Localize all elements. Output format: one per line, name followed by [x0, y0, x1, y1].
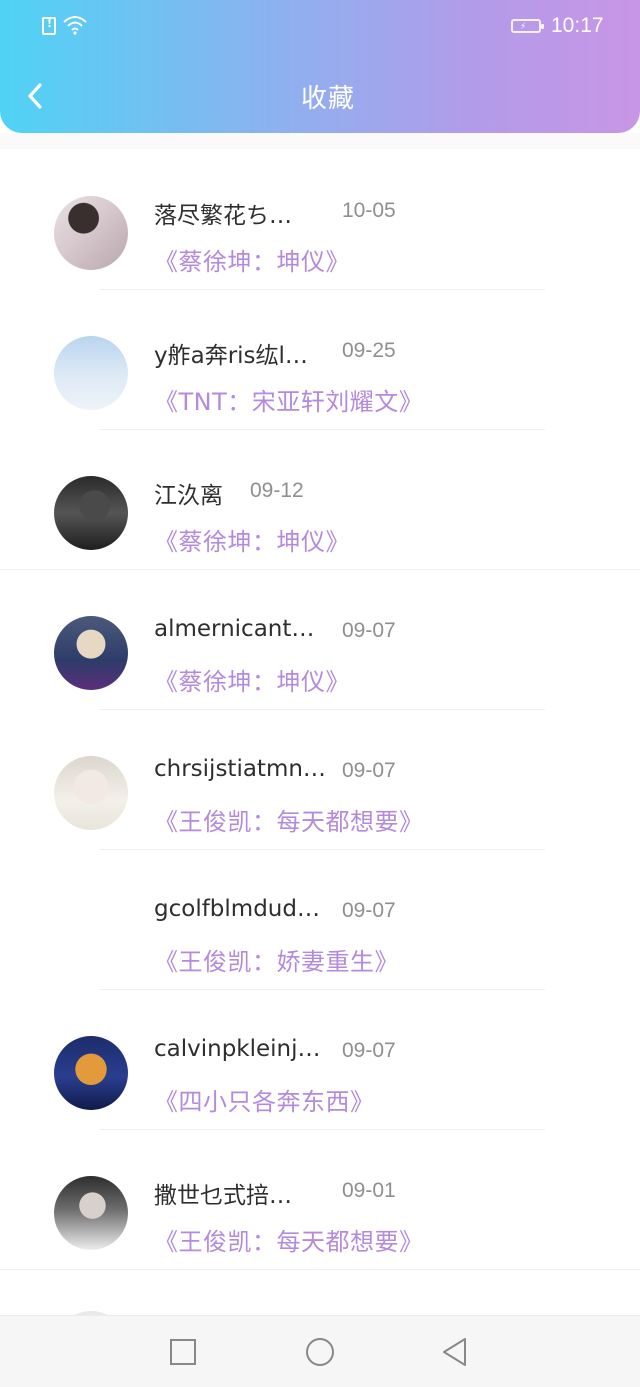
avatar[interactable]	[54, 196, 128, 270]
user-name: 撒世乜式掊…	[154, 1183, 292, 1209]
header-separator	[0, 133, 640, 149]
system-nav-bar	[0, 1315, 640, 1387]
avatar[interactable]	[54, 336, 128, 410]
user-name: almernicant…	[154, 616, 315, 642]
story-title: 《王俊凯：每天都想要》	[154, 1228, 424, 1256]
recent-apps-button[interactable]	[143, 1316, 223, 1387]
story-title: 《王俊凯：每天都想要》	[154, 808, 424, 836]
list-item[interactable]: gcolfblmdud… 09-07 《王俊凯：娇妻重生》	[0, 850, 640, 990]
user-name: y舴a奔ris纮l…	[154, 343, 308, 369]
story-title: 《王俊凯：娇妻重生》	[154, 948, 399, 976]
list-item[interactable]: 落尽繁花ち… 10-05 《蔡徐坤：坤仪》	[0, 150, 640, 290]
user-name: chrsijstiatmn…	[154, 756, 326, 782]
avatar[interactable]	[54, 896, 128, 970]
item-date: 09-01	[342, 1179, 396, 1202]
battery-charging-icon: ⚡	[511, 19, 544, 33]
story-title: 《四小只各奔东西》	[154, 1088, 375, 1116]
favorites-screen: ⚡ 10:17 收藏 落尽繁花ち… 10-05 《蔡徐坤：坤仪》 y舴a奔ris…	[0, 0, 640, 1387]
list-item[interactable]: chrsijstiatmn… 09-07 《王俊凯：每天都想要》	[0, 710, 640, 850]
item-date: 09-07	[342, 619, 396, 642]
list-item[interactable]: almernicant… 09-07 《蔡徐坤：坤仪》	[0, 570, 640, 710]
home-button[interactable]	[280, 1316, 360, 1387]
story-title: 《TNT：宋亚轩刘耀文》	[154, 388, 424, 416]
status-time: 10:17	[551, 14, 604, 37]
story-title: 《蔡徐坤：坤仪》	[154, 528, 350, 556]
avatar[interactable]	[54, 476, 128, 550]
avatar[interactable]	[54, 1036, 128, 1110]
item-date: 09-07	[342, 1039, 396, 1062]
alert-icon	[42, 17, 56, 35]
page-title: 收藏	[300, 84, 355, 114]
list-item[interactable]: 撒世乜式掊… 09-01 《王俊凯：每天都想要》	[0, 1130, 640, 1270]
item-date: 10-05	[342, 199, 396, 222]
recent-apps-square-icon	[170, 1339, 196, 1365]
header-bar: ⚡ 10:17 收藏	[0, 0, 640, 133]
list-item[interactable]: 江汣离 09-12 《蔡徐坤：坤仪》	[0, 430, 640, 570]
item-date: 09-07	[342, 759, 396, 782]
item-date: 09-12	[250, 479, 304, 502]
list-item[interactable]: calvinpkleinj… 09-07 《四小只各奔东西》	[0, 990, 640, 1130]
story-title: 《蔡徐坤：坤仪》	[154, 248, 350, 276]
story-title: 《蔡徐坤：坤仪》	[154, 668, 350, 696]
back-triangle-icon	[443, 1338, 466, 1366]
avatar[interactable]	[54, 1176, 128, 1250]
user-name: gcolfblmdud…	[154, 896, 320, 922]
item-date: 09-25	[342, 339, 396, 362]
wifi-icon	[63, 16, 87, 35]
user-name: 江汣离	[154, 483, 223, 509]
avatar[interactable]	[54, 616, 128, 690]
list-item[interactable]: y舴a奔ris纮l… 09-25 《TNT：宋亚轩刘耀文》	[0, 290, 640, 430]
back-nav-button[interactable]	[415, 1316, 495, 1387]
user-name: calvinpkleinj…	[154, 1036, 321, 1062]
user-name: 落尽繁花ち…	[154, 203, 292, 229]
item-date: 09-07	[342, 899, 396, 922]
favorites-list: 落尽繁花ち… 10-05 《蔡徐坤：坤仪》 y舴a奔ris纮l… 09-25 《…	[0, 150, 640, 1270]
avatar[interactable]	[54, 756, 128, 830]
divider	[0, 1269, 640, 1270]
status-bar: ⚡ 10:17	[0, 0, 640, 54]
home-circle-icon	[306, 1338, 334, 1366]
